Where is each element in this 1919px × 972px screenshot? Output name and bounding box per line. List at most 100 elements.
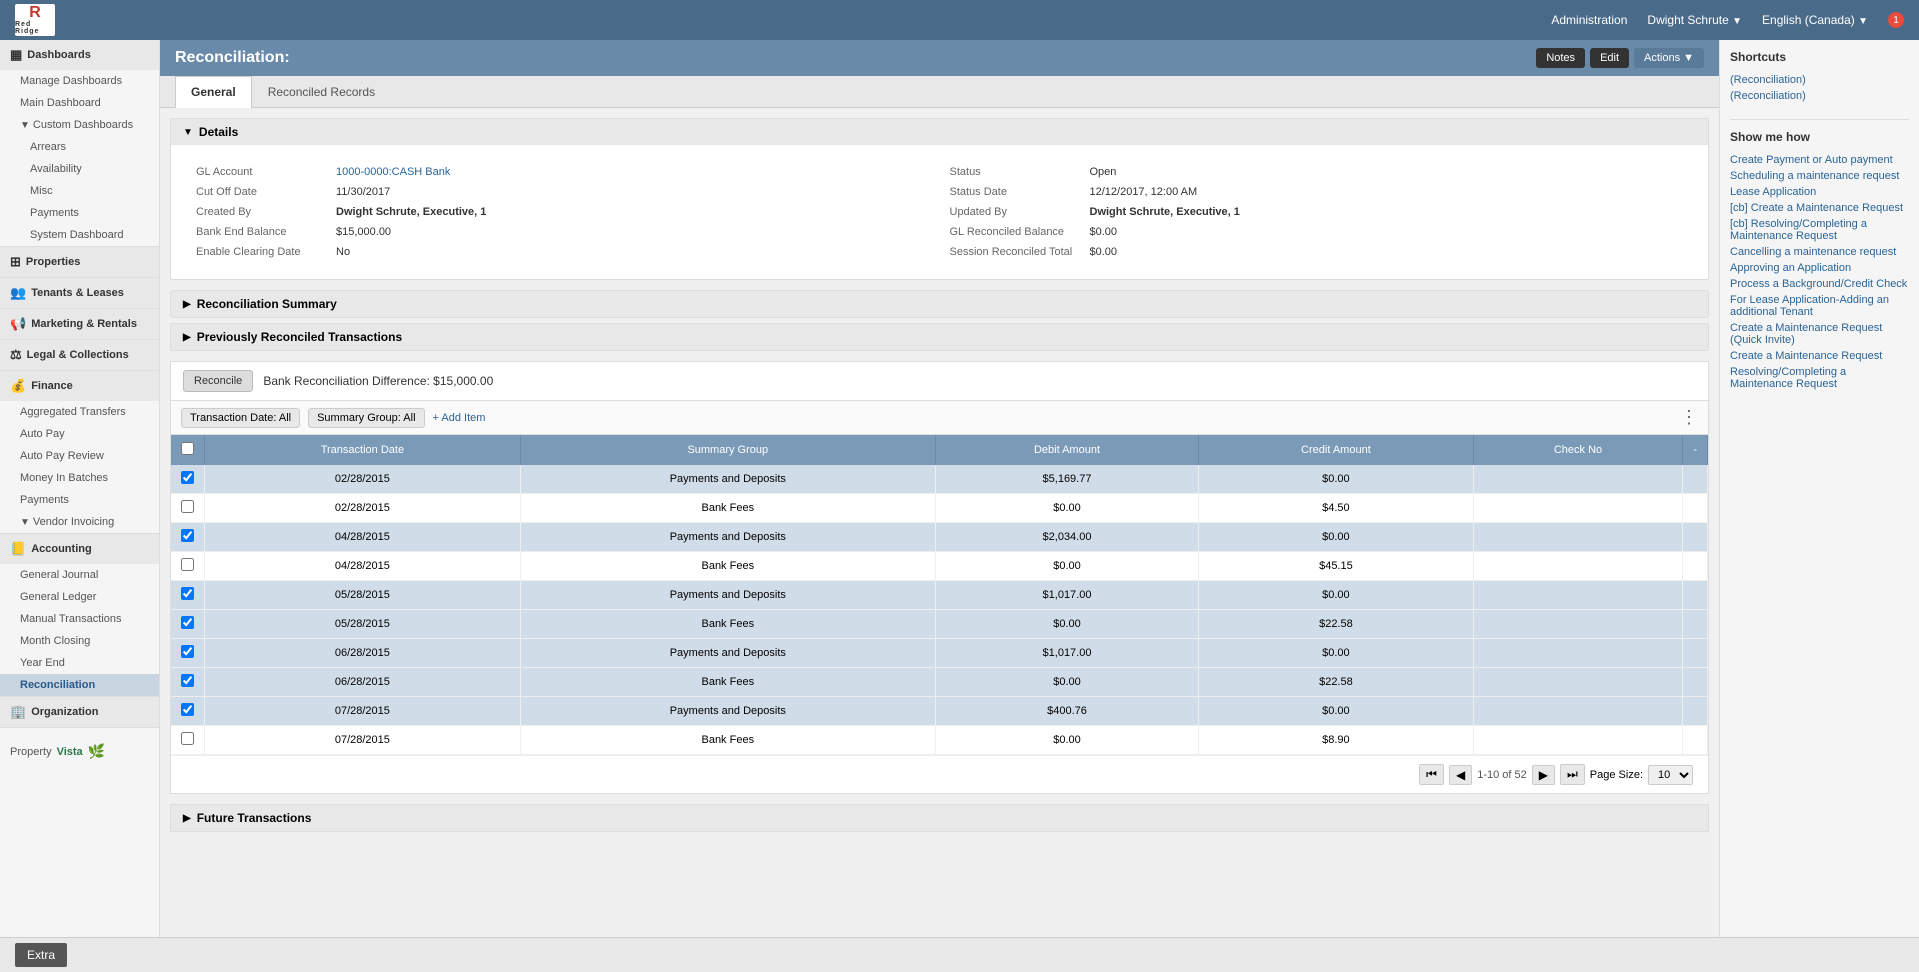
col-summary-group[interactable]: Summary Group: [520, 435, 935, 465]
sidebar-organization-header[interactable]: 🏢 Organization: [0, 697, 159, 727]
sidebar-marketing-header[interactable]: 📢 Marketing & Rentals: [0, 309, 159, 339]
row-checkbox[interactable]: [181, 558, 194, 571]
shortcut-reconciliation-2[interactable]: (Reconciliation): [1730, 88, 1909, 104]
row-checkbox[interactable]: [181, 732, 194, 745]
sidebar-item-general-ledger[interactable]: General Ledger: [0, 586, 159, 608]
last-page-button[interactable]: ⏭: [1560, 764, 1585, 785]
row-checkbox[interactable]: [181, 471, 194, 484]
add-item-link[interactable]: + Add Item: [433, 412, 486, 424]
row-checkbox[interactable]: [181, 703, 194, 716]
first-page-button[interactable]: ⏮: [1419, 764, 1444, 785]
sidebar-item-general-journal[interactable]: General Journal: [0, 564, 159, 586]
edit-button[interactable]: Edit: [1590, 48, 1629, 68]
sidebar-item-misc[interactable]: Misc: [0, 180, 159, 202]
reconcile-button[interactable]: Reconcile: [183, 370, 253, 392]
row-date: 04/28/2015: [205, 552, 521, 581]
sidebar-item-money-in-batches[interactable]: Money In Batches: [0, 467, 159, 489]
future-transactions-header[interactable]: ▶ Future Transactions: [171, 805, 1708, 831]
row-checkbox[interactable]: [181, 616, 194, 629]
language-menu[interactable]: English (Canada) ▼: [1762, 13, 1868, 27]
sidebar-item-manage-dashboards[interactable]: Manage Dashboards: [0, 70, 159, 92]
row-debit: $0.00: [935, 726, 1198, 755]
row-checkbox[interactable]: [181, 529, 194, 542]
created-by-row: Created By Dwight Schrute, Executive, 1: [186, 202, 940, 222]
col-check-no[interactable]: Check No: [1473, 435, 1683, 465]
sidebar-properties-header[interactable]: ⊞ Properties: [0, 247, 159, 277]
show-me-link-10[interactable]: Create a Maintenance Request: [1730, 348, 1909, 364]
show-me-link-11[interactable]: Resolving/Completing a Maintenance Reque…: [1730, 364, 1909, 392]
sidebar-item-system-dashboard[interactable]: System Dashboard: [0, 224, 159, 246]
enable-clearing-date-value: No: [336, 246, 350, 258]
row-summary-group: Bank Fees: [520, 610, 935, 639]
row-checkbox[interactable]: [181, 674, 194, 687]
row-check-no: [1473, 494, 1683, 523]
show-me-link-7[interactable]: Process a Background/Credit Check: [1730, 276, 1909, 292]
cut-off-date-row: Cut Off Date 11/30/2017: [186, 182, 940, 202]
sidebar-finance-header[interactable]: 💰 Finance: [0, 371, 159, 401]
row-summary-group: Bank Fees: [520, 552, 935, 581]
show-me-link-0[interactable]: Create Payment or Auto payment: [1730, 152, 1909, 168]
actions-button[interactable]: Actions ▼: [1634, 48, 1704, 68]
notes-button[interactable]: Notes: [1536, 48, 1585, 68]
row-checkbox[interactable]: [181, 645, 194, 658]
user-menu[interactable]: Dwight Schrute ▼: [1647, 13, 1742, 27]
row-date: 05/28/2015: [205, 581, 521, 610]
sidebar-section-dashboards: ▦ Dashboards Manage Dashboards Main Dash…: [0, 40, 159, 247]
shortcuts-title: Shortcuts: [1730, 50, 1909, 64]
sidebar-tenants-header[interactable]: 👥 Tenants & Leases: [0, 278, 159, 308]
sidebar-item-availability[interactable]: Availability: [0, 158, 159, 180]
col-credit-amount[interactable]: Credit Amount: [1199, 435, 1473, 465]
col-debit-amount[interactable]: Debit Amount: [935, 435, 1198, 465]
previously-reconciled-panel: ▶ Previously Reconciled Transactions: [170, 323, 1709, 351]
administration-link[interactable]: Administration: [1551, 13, 1627, 27]
status-date-row: Status Date 12/12/2017, 12:00 AM: [940, 182, 1694, 202]
previously-reconciled-header[interactable]: ▶ Previously Reconciled Transactions: [171, 324, 1708, 350]
select-all-checkbox[interactable]: [181, 442, 194, 455]
row-debit: $1,017.00: [935, 581, 1198, 610]
sidebar-item-month-closing[interactable]: Month Closing: [0, 630, 159, 652]
show-me-link-9[interactable]: Create a Maintenance Request (Quick Invi…: [1730, 320, 1909, 348]
sidebar-item-payments[interactable]: Payments: [0, 202, 159, 224]
sidebar-dashboards-header[interactable]: ▦ Dashboards: [0, 40, 159, 70]
sidebar-item-auto-pay-review[interactable]: Auto Pay Review: [0, 445, 159, 467]
notification-badge[interactable]: 1: [1888, 12, 1904, 28]
show-me-link-3[interactable]: [cb] Create a Maintenance Request: [1730, 200, 1909, 216]
row-checkbox[interactable]: [181, 587, 194, 600]
kebab-menu[interactable]: ⋮: [1680, 407, 1698, 428]
tab-reconciled-records[interactable]: Reconciled Records: [252, 76, 391, 107]
sidebar-legal-header[interactable]: ⚖ Legal & Collections: [0, 340, 159, 370]
properties-label: Properties: [26, 256, 80, 268]
sidebar-item-custom-dashboards[interactable]: ▼Custom Dashboards: [0, 114, 159, 136]
transaction-date-filter[interactable]: Transaction Date: All: [181, 408, 300, 428]
tab-general[interactable]: General: [175, 76, 252, 108]
show-me-link-8[interactable]: For Lease Application-Adding an addition…: [1730, 292, 1909, 320]
row-date: 05/28/2015: [205, 610, 521, 639]
details-panel-header[interactable]: ▼ Details: [171, 119, 1708, 145]
sidebar-item-vendor-invoicing[interactable]: ▼Vendor Invoicing: [0, 511, 159, 533]
sidebar-item-year-end[interactable]: Year End: [0, 652, 159, 674]
next-page-button[interactable]: ▶: [1532, 765, 1555, 785]
row-credit: $22.58: [1199, 668, 1473, 697]
shortcut-reconciliation-1[interactable]: (Reconciliation): [1730, 72, 1909, 88]
sidebar-item-auto-pay[interactable]: Auto Pay: [0, 423, 159, 445]
sidebar-item-arrears[interactable]: Arrears: [0, 136, 159, 158]
show-me-link-1[interactable]: Scheduling a maintenance request: [1730, 168, 1909, 184]
reconciliation-summary-header[interactable]: ▶ Reconciliation Summary: [171, 291, 1708, 317]
sidebar-accounting-header[interactable]: 📒 Accounting: [0, 534, 159, 564]
sidebar-item-manual-transactions[interactable]: Manual Transactions: [0, 608, 159, 630]
row-checkbox[interactable]: [181, 500, 194, 513]
extra-button[interactable]: Extra: [15, 943, 67, 967]
sidebar-item-reconciliation[interactable]: Reconciliation: [0, 674, 159, 696]
col-transaction-date[interactable]: Transaction Date: [205, 435, 521, 465]
sidebar-item-main-dashboard[interactable]: Main Dashboard: [0, 92, 159, 114]
sidebar-item-payments[interactable]: Payments: [0, 489, 159, 511]
gl-account-link[interactable]: 1000-0000:CASH Bank: [336, 166, 450, 178]
prev-page-button[interactable]: ◀: [1449, 765, 1472, 785]
summary-group-filter[interactable]: Summary Group: All: [308, 408, 424, 428]
page-size-select[interactable]: 10 25 50: [1648, 765, 1693, 785]
sidebar-item-aggregated-transfers[interactable]: Aggregated Transfers: [0, 401, 159, 423]
show-me-link-6[interactable]: Approving an Application: [1730, 260, 1909, 276]
show-me-link-2[interactable]: Lease Application: [1730, 184, 1909, 200]
show-me-link-4[interactable]: [cb] Resolving/Completing a Maintenance …: [1730, 216, 1909, 244]
show-me-link-5[interactable]: Cancelling a maintenance request: [1730, 244, 1909, 260]
